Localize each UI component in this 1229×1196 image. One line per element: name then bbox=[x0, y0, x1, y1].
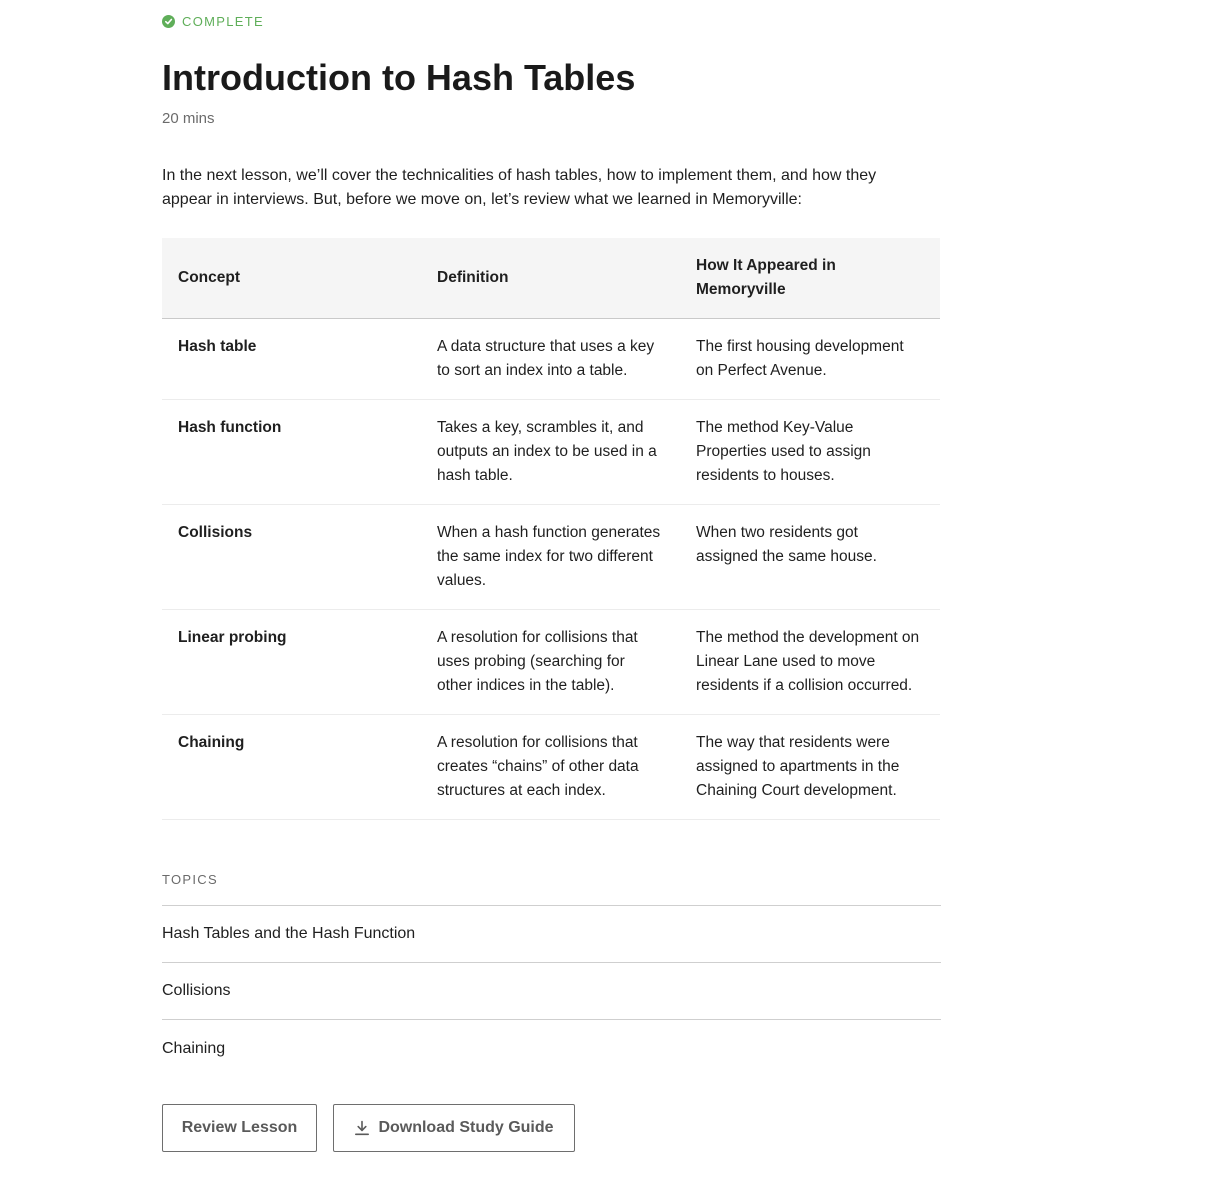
topic-item[interactable]: Collisions bbox=[162, 963, 941, 1020]
page-title: Introduction to Hash Tables bbox=[162, 57, 636, 98]
definition-cell: A resolution for collisions that uses pr… bbox=[421, 609, 680, 715]
topic-item[interactable]: Chaining bbox=[162, 1020, 941, 1077]
concept-cell: Hash table bbox=[162, 318, 421, 400]
appearance-cell: The way that residents were assigned to … bbox=[680, 714, 940, 820]
status-label: COMPLETE bbox=[182, 14, 264, 29]
table-row: Chaining A resolution for collisions tha… bbox=[162, 714, 940, 820]
appearance-cell: The first housing development on Perfect… bbox=[680, 318, 940, 400]
table-row: Hash function Takes a key, scrambles it,… bbox=[162, 399, 940, 505]
definition-cell: A data structure that uses a key to sort… bbox=[421, 318, 680, 400]
topics-heading: TOPICS bbox=[162, 872, 218, 887]
concept-cell: Chaining bbox=[162, 714, 421, 820]
download-icon bbox=[354, 1120, 370, 1136]
lesson-duration: 20 mins bbox=[162, 110, 215, 127]
header-concept: Concept bbox=[162, 238, 421, 319]
topics-list: Hash Tables and the Hash Function Collis… bbox=[162, 905, 941, 1077]
definition-cell: Takes a key, scrambles it, and outputs a… bbox=[421, 399, 680, 505]
header-definition: Definition bbox=[421, 238, 680, 319]
lesson-page: COMPLETE Introduction to Hash Tables 20 … bbox=[162, 0, 941, 1152]
concepts-table: Concept Definition How It Appeared in Me… bbox=[162, 238, 940, 820]
download-study-guide-label: Download Study Guide bbox=[378, 1119, 554, 1136]
concept-cell: Linear probing bbox=[162, 609, 421, 715]
table-row: Linear probing A resolution for collisio… bbox=[162, 609, 940, 715]
appearance-cell: The method Key-Value Properties used to … bbox=[680, 399, 940, 505]
status-badge: COMPLETE bbox=[162, 11, 941, 32]
review-lesson-button[interactable]: Review Lesson bbox=[162, 1104, 317, 1152]
action-buttons: Review Lesson Download Study Guide bbox=[162, 1104, 575, 1152]
concept-cell: Hash function bbox=[162, 399, 421, 505]
table-header: Concept Definition How It Appeared in Me… bbox=[162, 238, 940, 319]
topic-item[interactable]: Hash Tables and the Hash Function bbox=[162, 906, 941, 963]
definition-cell: When a hash function generates the same … bbox=[421, 504, 680, 610]
table-header-row: Concept Definition How It Appeared in Me… bbox=[162, 238, 940, 319]
table-row: Hash table A data structure that uses a … bbox=[162, 318, 940, 400]
check-circle-icon bbox=[162, 15, 175, 28]
intro-paragraph: In the next lesson, we’ll cover the tech… bbox=[162, 167, 877, 208]
download-study-guide-button[interactable]: Download Study Guide bbox=[333, 1104, 575, 1152]
header-appearance: How It Appeared in Memoryville bbox=[680, 238, 940, 319]
review-lesson-label: Review Lesson bbox=[181, 1119, 298, 1136]
concept-cell: Collisions bbox=[162, 504, 421, 610]
table-row: Collisions When a hash function generate… bbox=[162, 504, 940, 610]
definition-cell: A resolution for collisions that creates… bbox=[421, 714, 680, 820]
appearance-cell: When two residents got assigned the same… bbox=[680, 504, 940, 610]
appearance-cell: The method the development on Linear Lan… bbox=[680, 609, 940, 715]
